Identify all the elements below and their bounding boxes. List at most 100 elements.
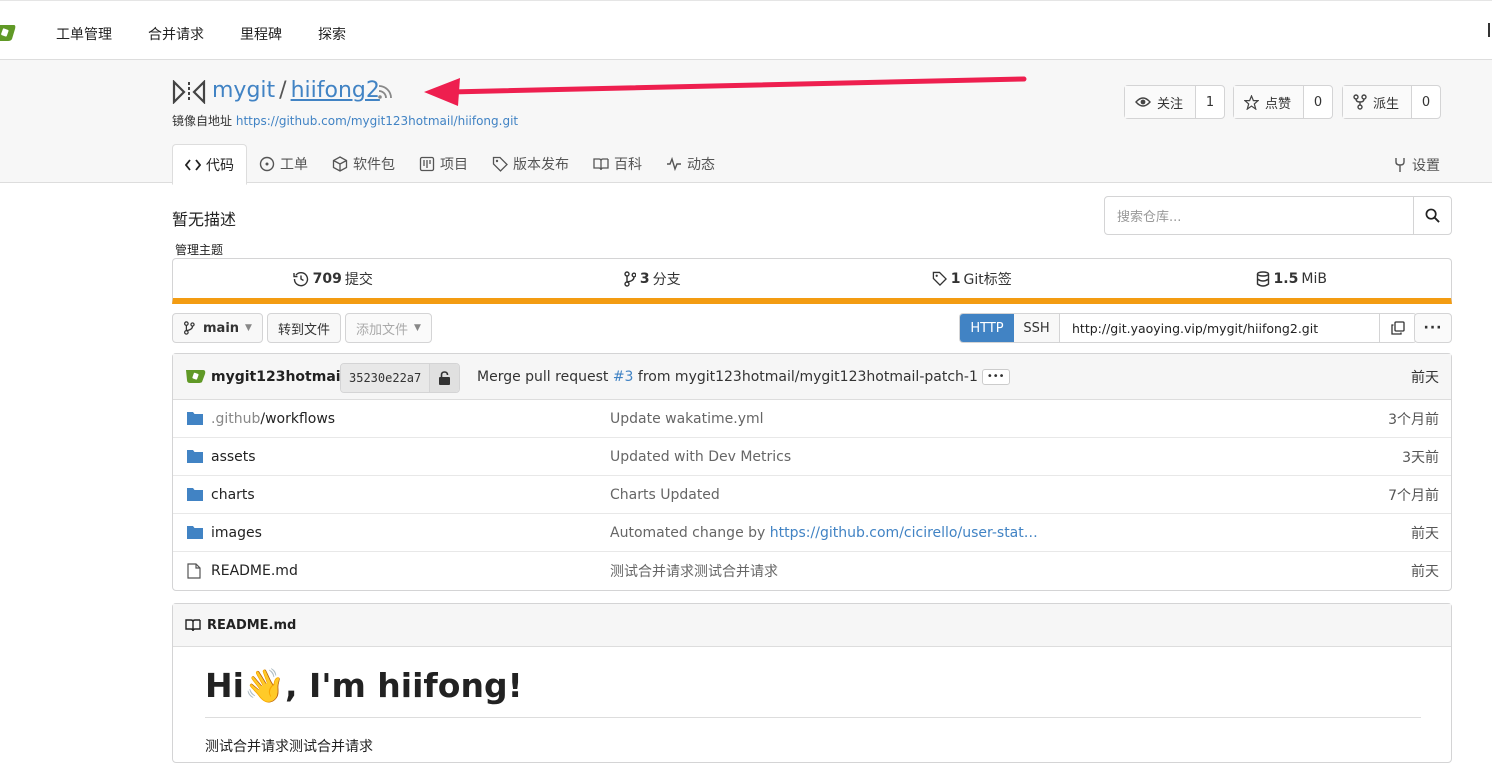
- readme-heading: Hi👋, I'm hiifong!: [205, 666, 523, 706]
- tab-activity[interactable]: 动态: [654, 144, 727, 184]
- file-name[interactable]: .github/workflows: [211, 411, 335, 427]
- watch-label: 关注: [1157, 96, 1184, 112]
- lock-icon: [429, 364, 460, 392]
- star-button[interactable]: 点赞: [1234, 86, 1305, 118]
- readme-paragraph: 测试合并请求测试合并请求: [205, 739, 373, 755]
- nav-issues[interactable]: 工单管理: [56, 24, 112, 44]
- tab-releases[interactable]: 版本发布: [480, 144, 581, 184]
- nav-milestones[interactable]: 里程碑: [240, 24, 282, 44]
- file-icon: [187, 563, 201, 579]
- add-file-label: 添加文件: [355, 322, 408, 338]
- file-row[interactable]: .github/workflows Update wakatime.yml 3个…: [173, 400, 1451, 438]
- clone-ssh-button[interactable]: SSH: [1014, 314, 1060, 342]
- file-row[interactable]: assets Updated with Dev Metrics 3天前: [173, 438, 1451, 476]
- avatar[interactable]: [185, 368, 207, 384]
- tags-stat[interactable]: 1 Git标签: [812, 259, 1132, 298]
- tag-icon: [932, 271, 947, 286]
- file-name[interactable]: README.md: [211, 563, 298, 579]
- file-commit-link[interactable]: https://github.com/cicirello/user-stat…: [770, 525, 1038, 541]
- tab-projects[interactable]: 项目: [407, 144, 480, 184]
- commit-author[interactable]: mygit123hotmail: [211, 369, 345, 385]
- more-dots-icon: ···: [1423, 320, 1443, 336]
- rss-feed-icon[interactable]: [377, 84, 393, 100]
- file-commit-message[interactable]: Updated with Dev Metrics: [610, 449, 791, 465]
- nav-explore[interactable]: 探索: [318, 24, 346, 44]
- add-file-button[interactable]: 添加文件 ▼: [344, 313, 432, 343]
- code-icon: [185, 158, 201, 171]
- gitea-logo-icon[interactable]: [0, 21, 18, 43]
- nav-pull-requests[interactable]: 合并请求: [148, 24, 204, 44]
- commit-message[interactable]: Merge pull request #3 from mygit123hotma…: [477, 368, 1010, 385]
- file-commit-time: 前天: [1411, 564, 1439, 580]
- commit-sha[interactable]: 35230e22a7: [341, 364, 430, 392]
- expand-message-button[interactable]: •••: [981, 368, 1010, 385]
- branches-stat[interactable]: 3 分支: [493, 259, 813, 298]
- clone-url-input[interactable]: http://git.yaoying.vip/mygit/hiifong2.gi…: [1060, 314, 1380, 342]
- star-count[interactable]: 0: [1304, 86, 1332, 118]
- file-name[interactable]: assets: [211, 449, 256, 465]
- tab-issues-label: 工单: [280, 157, 308, 173]
- file-commit-message[interactable]: Charts Updated: [610, 487, 720, 503]
- tab-packages-label: 软件包: [353, 157, 395, 173]
- book-icon: [593, 158, 609, 171]
- goto-file-button[interactable]: 转到文件: [266, 313, 341, 343]
- tab-packages[interactable]: 软件包: [320, 144, 407, 184]
- pulse-icon: [667, 157, 681, 171]
- repo-name-link[interactable]: hiifong2: [291, 78, 380, 103]
- mirror-url-link[interactable]: https://github.com/mygit123hotmail/hiifo…: [236, 114, 518, 128]
- fork-button[interactable]: 派生: [1343, 86, 1413, 118]
- repo-description: 暂无描述: [172, 210, 237, 229]
- top-navbar: 工单管理 合并请求 里程碑 探索: [0, 0, 1492, 60]
- size-stat: 1.5 MiB: [1132, 259, 1452, 298]
- tab-settings[interactable]: 设置: [1393, 155, 1440, 175]
- more-options-button[interactable]: ···: [1414, 313, 1452, 343]
- commits-stat[interactable]: 709 提交: [173, 259, 493, 298]
- file-commit-message-text: Automated change by: [610, 524, 770, 541]
- file-commit-message[interactable]: Automated change by https://github.com/c…: [610, 525, 1038, 541]
- file-row[interactable]: charts Charts Updated 7个月前: [173, 476, 1451, 514]
- tab-wiki[interactable]: 百科: [581, 144, 654, 184]
- clone-http-button[interactable]: HTTP: [960, 314, 1014, 342]
- watch-button[interactable]: 关注: [1125, 86, 1197, 118]
- readme-heading-pre: Hi: [205, 666, 244, 705]
- commit-sha-button[interactable]: 35230e22a7: [340, 363, 461, 393]
- file-row[interactable]: README.md 测试合并请求测试合并请求 前天: [173, 552, 1451, 590]
- tags-label: Git标签: [963, 271, 1012, 288]
- tab-issues[interactable]: 工单: [247, 144, 320, 184]
- copy-url-button[interactable]: [1380, 314, 1416, 342]
- pr-link[interactable]: #3: [613, 369, 634, 385]
- tab-code[interactable]: 代码: [172, 144, 247, 185]
- branch-name: main: [203, 320, 240, 336]
- file-name[interactable]: images: [211, 525, 262, 541]
- latest-commit-row: mygit123hotmail 35230e22a7 Merge pull re…: [173, 354, 1451, 400]
- branch-selector[interactable]: main ▼: [172, 313, 263, 343]
- nav-user-menu-icon[interactable]: [1488, 23, 1492, 37]
- database-icon: [1256, 270, 1269, 287]
- search-icon: [1425, 208, 1440, 223]
- repo-owner-link[interactable]: mygit: [212, 78, 275, 103]
- watch-count[interactable]: 1: [1196, 86, 1224, 118]
- file-commit-time: 3天前: [1402, 449, 1439, 466]
- mirror-label: 镜像自地址: [172, 114, 233, 128]
- project-icon: [419, 156, 435, 172]
- commits-label: 提交: [344, 271, 373, 288]
- readme-filename: README.md: [207, 617, 297, 633]
- file-commit-message[interactable]: 测试合并请求测试合并请求: [610, 561, 778, 581]
- manage-topics-link[interactable]: 管理主题: [175, 241, 223, 258]
- file-commit-time: 3个月前: [1388, 411, 1439, 428]
- book-icon: [185, 619, 201, 632]
- file-row[interactable]: images Automated change by https://githu…: [173, 514, 1451, 552]
- clone-panel: HTTP SSH http://git.yaoying.vip/mygit/hi…: [959, 313, 1417, 343]
- search-button[interactable]: [1413, 197, 1451, 234]
- mirror-repo-icon: [172, 80, 206, 104]
- size-unit: MiB: [1301, 270, 1327, 287]
- file-name[interactable]: charts: [211, 487, 255, 503]
- repo-stats-bar: 709 提交 3 分支 1 Git标签 1.5 MiB: [172, 258, 1452, 304]
- repo-search-input[interactable]: 搜索仓库...: [1105, 197, 1413, 234]
- fork-count[interactable]: 0: [1412, 86, 1440, 118]
- file-table: mygit123hotmail 35230e22a7 Merge pull re…: [172, 353, 1452, 591]
- file-commit-message[interactable]: Update wakatime.yml: [610, 411, 764, 427]
- tag-icon: [492, 156, 508, 172]
- chevron-down-icon: ▼: [413, 323, 421, 333]
- readme-heading-post: , I'm hiifong!: [285, 666, 523, 705]
